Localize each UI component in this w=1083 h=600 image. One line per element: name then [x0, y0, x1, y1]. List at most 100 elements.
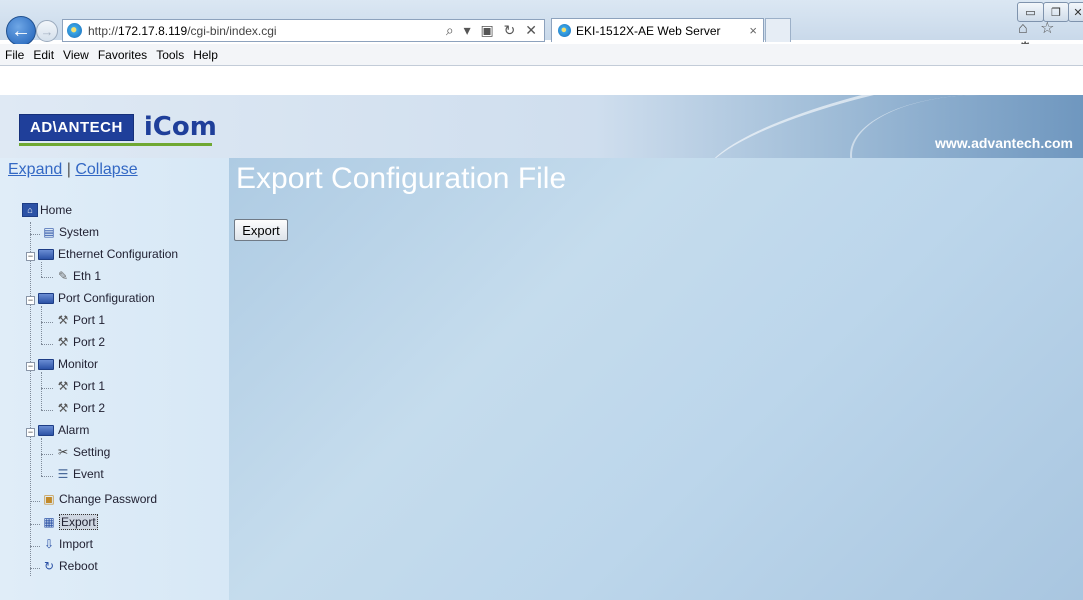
tree-line: [41, 454, 53, 455]
website-url: www.advantech.com: [935, 135, 1073, 151]
tree-line: [41, 476, 53, 477]
tree-item-label: Port 2: [73, 335, 106, 349]
tree-item-export[interactable]: ▦ Export: [41, 514, 98, 530]
ethernet-config-expander[interactable]: −: [26, 252, 35, 261]
tree-item-port-configuration[interactable]: Port Configuration: [38, 291, 155, 305]
tree-item-reboot[interactable]: ↻ Reboot: [41, 559, 98, 573]
wrench-icon: ⚒: [57, 313, 69, 327]
logo-underline: [19, 143, 212, 146]
page-title: Export Configuration File: [236, 162, 567, 195]
back-arrow-icon: ←: [11, 19, 31, 42]
tree-item-port-config-port2[interactable]: ⚒ Port 2: [55, 335, 105, 349]
folder-icon: [38, 292, 54, 304]
tree-item-label: System: [59, 225, 100, 239]
menu-file[interactable]: File: [5, 48, 24, 62]
icom-logo: iCom: [143, 112, 217, 142]
menu-bar: File Edit View Favorites Tools Help: [0, 44, 1083, 66]
key-icon: ▣: [43, 492, 55, 506]
new-tab-button[interactable]: [765, 18, 791, 42]
tree-line: [41, 388, 53, 389]
home-icon: ⌂: [22, 203, 38, 217]
main-content: Export Configuration File Export: [229, 158, 1083, 600]
tree-item-label: Port 1: [73, 313, 106, 327]
menu-help[interactable]: Help: [193, 48, 218, 62]
tree-line: [41, 277, 53, 278]
address-url[interactable]: http://172.17.8.119/cgi-bin/index.cgi: [88, 24, 277, 38]
tree-item-alarm-setting[interactable]: ✂ Setting: [55, 445, 110, 459]
event-icon: ☰: [57, 467, 69, 481]
wrench-icon: ⚒: [57, 335, 69, 349]
page-header: AD\ANTECH iCom www.advantech.com: [0, 95, 1083, 158]
tree-item-label: Change Password: [59, 492, 158, 506]
tree-line: [41, 410, 53, 411]
tree-item-system[interactable]: ▤ System: [41, 225, 99, 239]
back-button[interactable]: ←: [6, 16, 36, 46]
tools-icon: ✂: [57, 445, 69, 459]
tree-item-ethernet-configuration[interactable]: Ethernet Configuration: [38, 247, 178, 261]
device-icon: ▤: [43, 225, 55, 239]
tree-item-monitor-port1[interactable]: ⚒ Port 1: [55, 379, 105, 393]
export-button[interactable]: Export: [234, 219, 288, 241]
sidebar-tree: Expand | Collapse − − − − ⌂ Home ▤ System …: [0, 158, 229, 600]
tree-line: [30, 568, 40, 569]
tree-item-label: Eth 1: [73, 269, 102, 283]
tree-controls-separator: |: [66, 161, 71, 178]
tree-item-change-password[interactable]: ▣ Change Password: [41, 492, 157, 506]
tree-item-label: Setting: [73, 445, 111, 459]
pen-icon: ✎: [57, 269, 69, 283]
export-icon: ▦: [43, 515, 55, 529]
tree-controls: Expand | Collapse: [8, 161, 138, 179]
menu-view[interactable]: View: [63, 48, 89, 62]
tree-line: [41, 438, 42, 476]
expand-link[interactable]: Expand: [8, 161, 62, 178]
browser-tab-active[interactable]: EKI-1512X-AE Web Server ×: [551, 18, 764, 42]
tree-line: [41, 306, 42, 344]
monitor-expander[interactable]: −: [26, 362, 35, 371]
tree-item-label: Ethernet Configuration: [58, 247, 179, 261]
import-icon: ⇩: [43, 537, 55, 551]
tree-item-monitor[interactable]: Monitor: [38, 357, 98, 371]
advantech-icom-logo: AD\ANTECH iCom: [19, 112, 217, 142]
ie-icon: [67, 23, 82, 38]
port-config-expander[interactable]: −: [26, 296, 35, 305]
menu-edit[interactable]: Edit: [33, 48, 54, 62]
tree-item-label: Event: [73, 467, 104, 481]
advantech-logo: AD\ANTECH: [19, 113, 134, 141]
tree-item-home[interactable]: ⌂ Home: [22, 203, 72, 217]
tree-item-label: Reboot: [59, 559, 98, 573]
address-url-scheme: http://: [88, 23, 119, 38]
folder-icon: [38, 424, 54, 436]
address-bar[interactable]: http://172.17.8.119/cgi-bin/index.cgi ⌕ …: [62, 19, 545, 42]
tree-item-eth1[interactable]: ✎ Eth 1: [55, 269, 101, 283]
tree-line: [30, 524, 40, 525]
menu-favorites[interactable]: Favorites: [98, 48, 147, 62]
tree-line: [30, 501, 40, 502]
folder-icon: [38, 248, 54, 260]
tree-item-label: Export: [59, 514, 98, 530]
folder-icon: [38, 358, 54, 370]
tree-item-monitor-port2[interactable]: ⚒ Port 2: [55, 401, 105, 415]
tree-line: [41, 322, 53, 323]
address-tools-icons[interactable]: ⌕ ▾ ▣ ↻ ✕: [446, 22, 540, 39]
tree-item-label: Home: [40, 203, 73, 217]
tree-item-port-config-port1[interactable]: ⚒ Port 1: [55, 313, 105, 327]
tree-line: [41, 372, 42, 410]
tree-line: [41, 344, 53, 345]
address-url-host: 172.17.8.119: [118, 23, 188, 38]
tree-item-label: Port 1: [73, 379, 106, 393]
alarm-expander[interactable]: −: [26, 428, 35, 437]
tab-close-icon[interactable]: ×: [749, 23, 757, 38]
wrench-icon: ⚒: [57, 401, 69, 415]
tree-item-alarm-event[interactable]: ☰ Event: [55, 467, 104, 481]
tree-item-label: Alarm: [58, 423, 90, 437]
collapse-link[interactable]: Collapse: [75, 161, 137, 178]
tree-item-alarm[interactable]: Alarm: [38, 423, 89, 437]
tab-title: EKI-1512X-AE Web Server: [576, 23, 721, 38]
tree-item-import[interactable]: ⇩ Import: [41, 537, 93, 551]
menu-tools[interactable]: Tools: [156, 48, 184, 62]
forward-button[interactable]: →: [36, 20, 58, 42]
tree-item-label: Monitor: [58, 357, 99, 371]
forward-arrow-icon: →: [40, 23, 54, 39]
reboot-icon: ↻: [43, 559, 55, 573]
tree-item-label: Port Configuration: [58, 291, 155, 305]
